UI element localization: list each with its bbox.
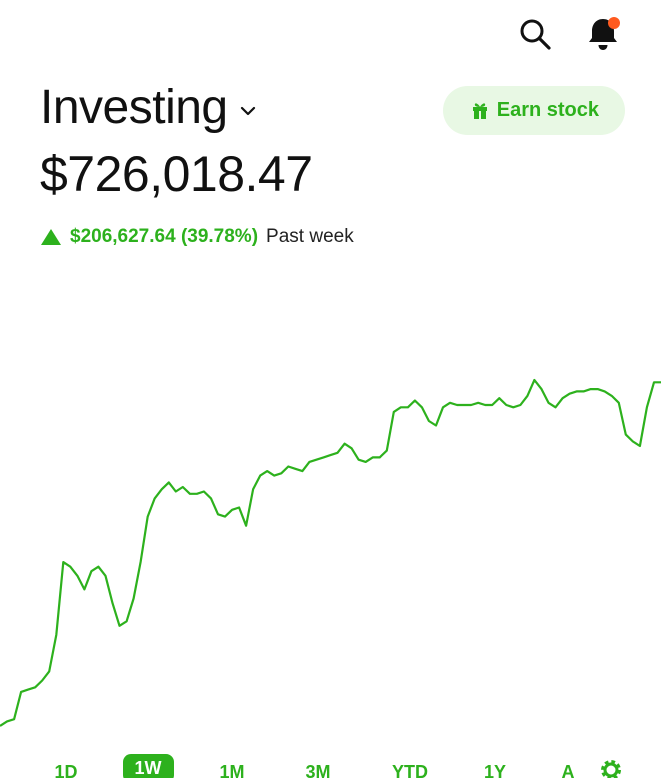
tab-3m[interactable]: 3M — [306, 762, 331, 778]
tab-a[interactable]: A — [562, 762, 575, 778]
gift-icon — [472, 103, 487, 119]
change-period: Past week — [266, 226, 354, 247]
portfolio-chart[interactable] — [0, 360, 661, 740]
up-triangle-icon — [41, 229, 61, 245]
title-row: Investing Earn stock — [40, 80, 625, 136]
notifications-button[interactable] — [583, 14, 623, 54]
chart-series-line — [0, 378, 661, 727]
account-selector[interactable]: Investing — [40, 80, 258, 136]
earn-stock-label: Earn stock — [496, 98, 599, 121]
gear-icon[interactable] — [597, 756, 625, 778]
page-title: Investing — [40, 81, 228, 134]
tab-1d[interactable]: 1D — [55, 762, 78, 778]
tab-1w[interactable]: 1W — [122, 754, 174, 778]
portfolio-balance: $726,018.47 — [40, 146, 313, 202]
change-amount: $206,627.64 (39.78%) — [70, 226, 259, 247]
tab-1m[interactable]: 1M — [220, 762, 245, 778]
notification-badge — [608, 17, 620, 29]
earn-stock-button[interactable]: Earn stock — [442, 85, 625, 135]
performance-change: $206,627.64 (39.78%) Past week — [40, 226, 625, 248]
portfolio-header: Investing Earn stock $726,018.47 $206,62… — [40, 80, 625, 248]
timeframe-tabs: 1D 1W 1M 3M YTD 1Y A — [0, 752, 661, 778]
tab-1y[interactable]: 1Y — [484, 762, 506, 778]
search-icon — [520, 19, 551, 50]
top-actions — [515, 14, 623, 54]
tab-ytd[interactable]: YTD — [392, 762, 428, 778]
search-button[interactable] — [515, 14, 555, 54]
chevron-down-icon — [240, 106, 255, 116]
